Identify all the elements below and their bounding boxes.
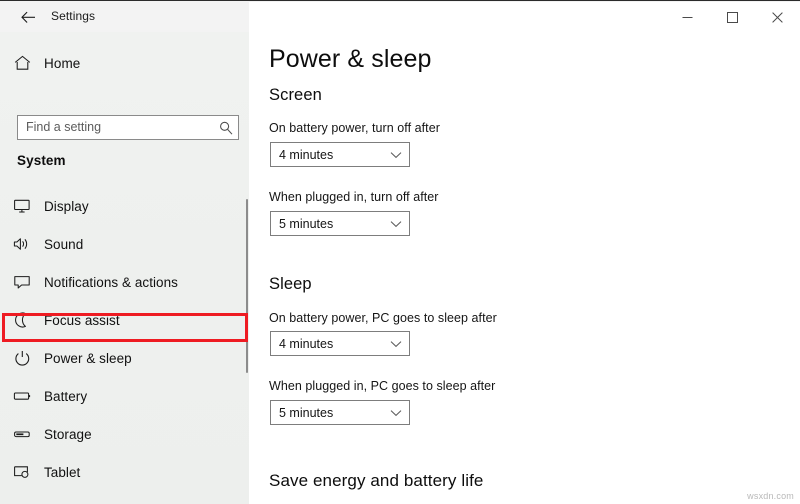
sidebar-item-label: Sound	[44, 236, 84, 252]
battery-icon	[0, 388, 44, 404]
sidebar-item-multitasking[interactable]: Multitasking	[0, 491, 249, 504]
dropdown-value: 4 minutes	[279, 336, 334, 351]
watermark: wsxdn.com	[747, 491, 794, 501]
sidebar-group-title: System	[17, 153, 66, 168]
home-label: Home	[44, 55, 81, 71]
home-icon	[0, 55, 44, 71]
chevron-down-icon	[383, 340, 409, 348]
sidebar-item-label: Power & sleep	[44, 350, 132, 366]
dropdown-value: 4 minutes	[279, 147, 334, 162]
label-sleep-on-battery: On battery power, PC goes to sleep after	[269, 311, 497, 325]
dropdown-screen-when-plugged-in[interactable]: 5 minutes	[270, 211, 410, 236]
label-screen-when-plugged-in: When plugged in, turn off after	[269, 190, 439, 204]
sidebar-item-label: Focus assist	[44, 312, 120, 328]
minimize-icon[interactable]	[665, 2, 710, 32]
storage-icon	[0, 426, 44, 442]
speaker-icon	[0, 236, 44, 252]
sidebar-item-notifications-actions[interactable]: Notifications & actions	[0, 263, 249, 301]
sidebar-scroll-thumb[interactable]	[246, 199, 248, 373]
sidebar-item-label: Tablet	[44, 464, 81, 480]
window-controls	[665, 2, 800, 32]
sidebar-item-label: Notifications & actions	[44, 274, 178, 290]
chevron-down-icon	[383, 151, 409, 159]
label-screen-on-battery: On battery power, turn off after	[269, 121, 440, 135]
monitor-icon	[0, 198, 44, 214]
dropdown-value: 5 minutes	[279, 405, 334, 420]
sidebar-scrollbar[interactable]	[245, 62, 249, 504]
section-heading-sleep: Sleep	[269, 275, 312, 293]
window-title: Settings	[51, 9, 96, 23]
sidebar-item-sound[interactable]: Sound	[0, 225, 249, 263]
section-heading-save-energy: Save energy and battery life	[269, 471, 484, 490]
maximize-icon[interactable]	[710, 2, 755, 32]
close-icon[interactable]	[755, 2, 800, 32]
sidebar-item-home[interactable]: Home	[0, 48, 249, 78]
sidebar-item-display[interactable]: Display	[0, 187, 249, 225]
sidebar-item-label: Battery	[44, 388, 88, 404]
dropdown-sleep-on-battery[interactable]: 4 minutes	[270, 331, 410, 356]
power-icon	[0, 350, 44, 366]
sidebar-item-label: Display	[44, 198, 89, 214]
sidebar-item-focus-assist[interactable]: Focus assist	[0, 301, 249, 339]
notification-icon	[0, 274, 44, 290]
label-sleep-when-plugged-in: When plugged in, PC goes to sleep after	[269, 379, 496, 393]
sidebar-item-tablet[interactable]: Tablet	[0, 453, 249, 491]
dropdown-screen-on-battery[interactable]: 4 minutes	[270, 142, 410, 167]
moon-icon	[0, 312, 44, 328]
section-heading-screen: Screen	[269, 86, 322, 104]
chevron-down-icon	[383, 220, 409, 228]
chevron-down-icon	[383, 409, 409, 417]
search-icon[interactable]	[214, 116, 238, 139]
dropdown-sleep-when-plugged-in[interactable]: 5 minutes	[270, 400, 410, 425]
search-box[interactable]	[17, 115, 239, 140]
sidebar-item-storage[interactable]: Storage	[0, 415, 249, 453]
back-arrow-icon[interactable]	[8, 3, 48, 31]
search-input[interactable]	[18, 116, 214, 139]
settings-window: Settings Home Find a setting System Disp…	[0, 0, 800, 504]
sidebar-item-label: Storage	[44, 426, 92, 442]
sidebar-nav-list: Display Sound Notifications & actions Fo…	[0, 187, 249, 504]
dropdown-value: 5 minutes	[279, 216, 334, 231]
title-bar: Settings	[0, 0, 800, 32]
sidebar: Home System Displ	[0, 31, 249, 504]
content-pane: Power & sleep Screen On battery power, t…	[249, 31, 800, 504]
sidebar-item-battery[interactable]: Battery	[0, 377, 249, 415]
sidebar-item-power-sleep[interactable]: Power & sleep	[0, 339, 249, 377]
page-title: Power & sleep	[269, 45, 432, 73]
tablet-icon	[0, 464, 44, 480]
